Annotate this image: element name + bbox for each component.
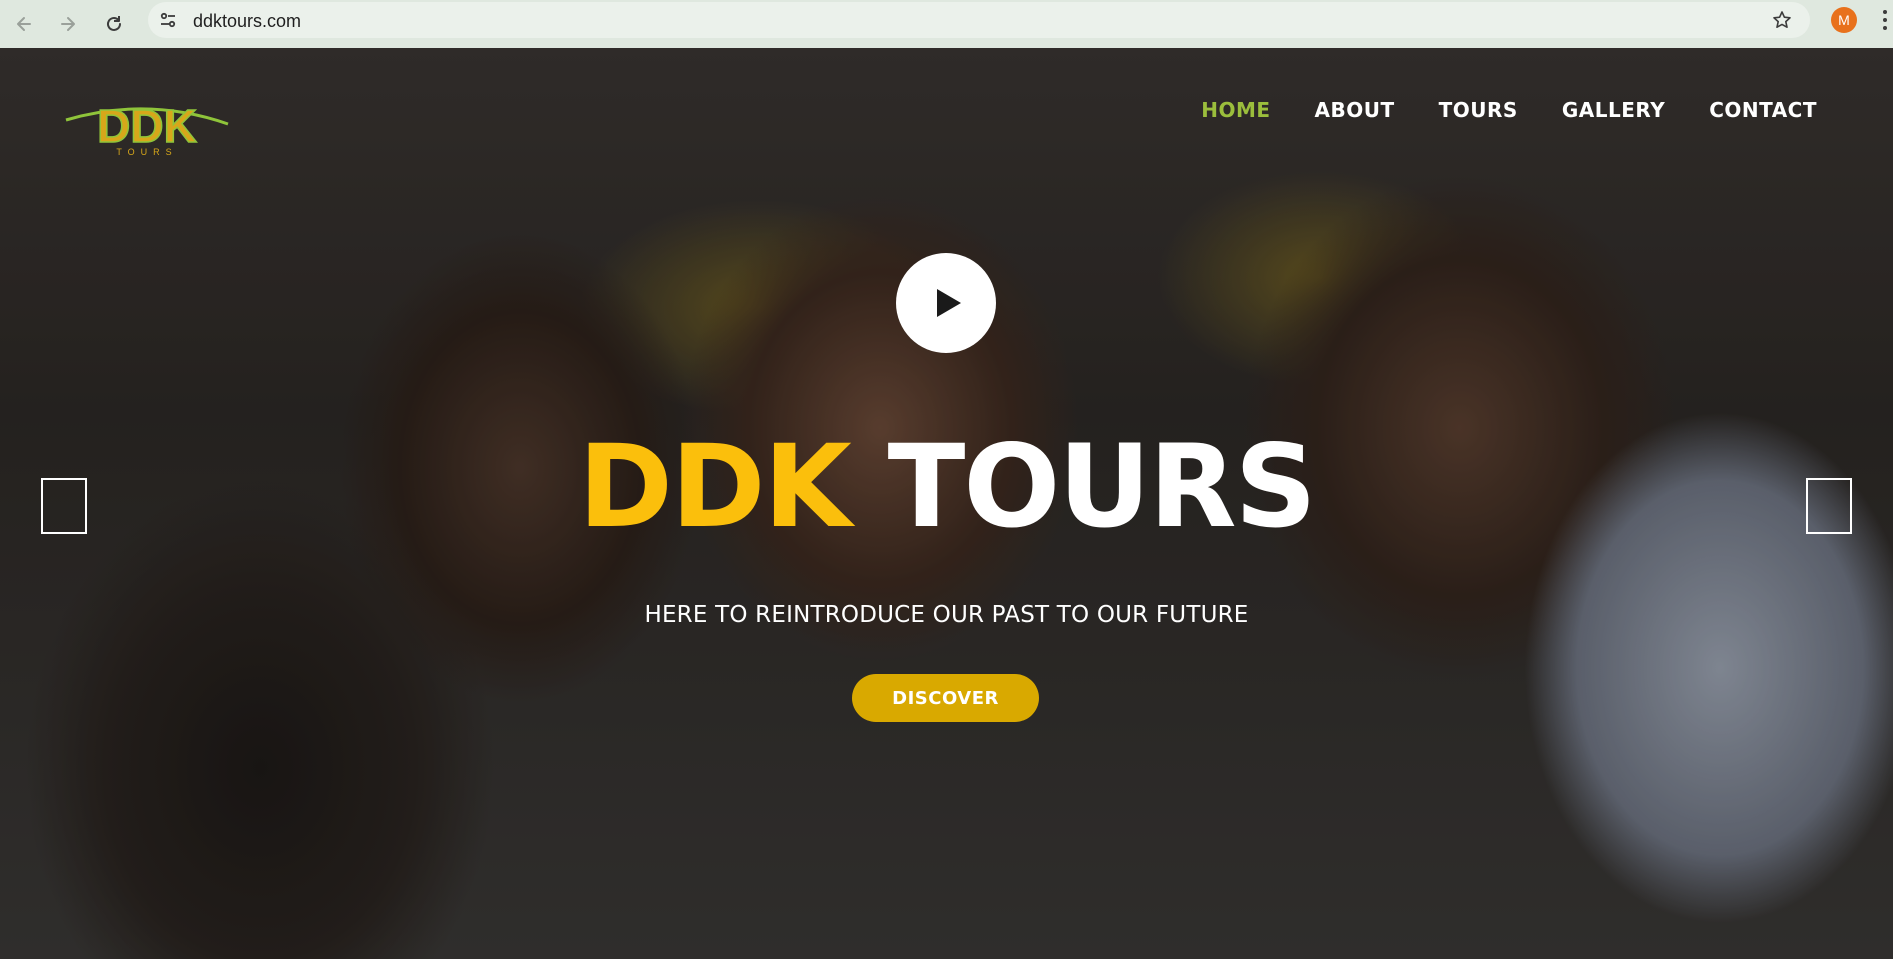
hero-title-ddk: DDK [578, 420, 852, 553]
nav-gallery[interactable]: GALLERY [1562, 98, 1665, 122]
discover-button[interactable]: DISCOVER [852, 674, 1039, 722]
browser-toolbar: ddktours.com M [0, 0, 1893, 48]
nav-tours[interactable]: TOURS [1439, 98, 1518, 122]
menu-kebab-icon[interactable] [1880, 8, 1890, 32]
site-info-icon[interactable] [158, 10, 178, 30]
reload-button[interactable] [98, 8, 130, 40]
nav-about[interactable]: ABOUT [1315, 98, 1395, 122]
forward-button[interactable] [52, 8, 84, 40]
hero-title: DDK TOURS [0, 430, 1893, 544]
hero-title-tours: TOURS [887, 420, 1317, 553]
nav-home[interactable]: HOME [1201, 98, 1270, 122]
play-video-button[interactable] [896, 253, 996, 353]
nav-contact[interactable]: CONTACT [1709, 98, 1817, 122]
hero-section: DDK TOURS HOME ABOUT TOURS GALLERY CONTA… [0, 48, 1893, 959]
forward-arrow-icon [61, 17, 75, 31]
svg-text:TOURS: TOURS [116, 147, 177, 156]
play-icon [937, 289, 961, 317]
hero-subtitle: HERE TO REINTRODUCE OUR PAST TO OUR FUTU… [644, 602, 1249, 628]
svg-text:DDK: DDK [97, 100, 197, 152]
slider-next-button[interactable] [1806, 478, 1852, 534]
address-bar[interactable]: ddktours.com [148, 2, 1810, 38]
site-logo[interactable]: DDK TOURS [62, 78, 232, 157]
back-arrow-icon [17, 17, 31, 31]
slider-prev-button[interactable] [41, 478, 87, 534]
profile-avatar[interactable]: M [1831, 7, 1857, 33]
url-text[interactable]: ddktours.com [193, 11, 301, 32]
back-button[interactable] [8, 8, 40, 40]
bookmark-star-icon[interactable] [1772, 10, 1792, 30]
main-nav: HOME ABOUT TOURS GALLERY CONTACT [1201, 98, 1817, 122]
reload-icon [107, 16, 121, 31]
